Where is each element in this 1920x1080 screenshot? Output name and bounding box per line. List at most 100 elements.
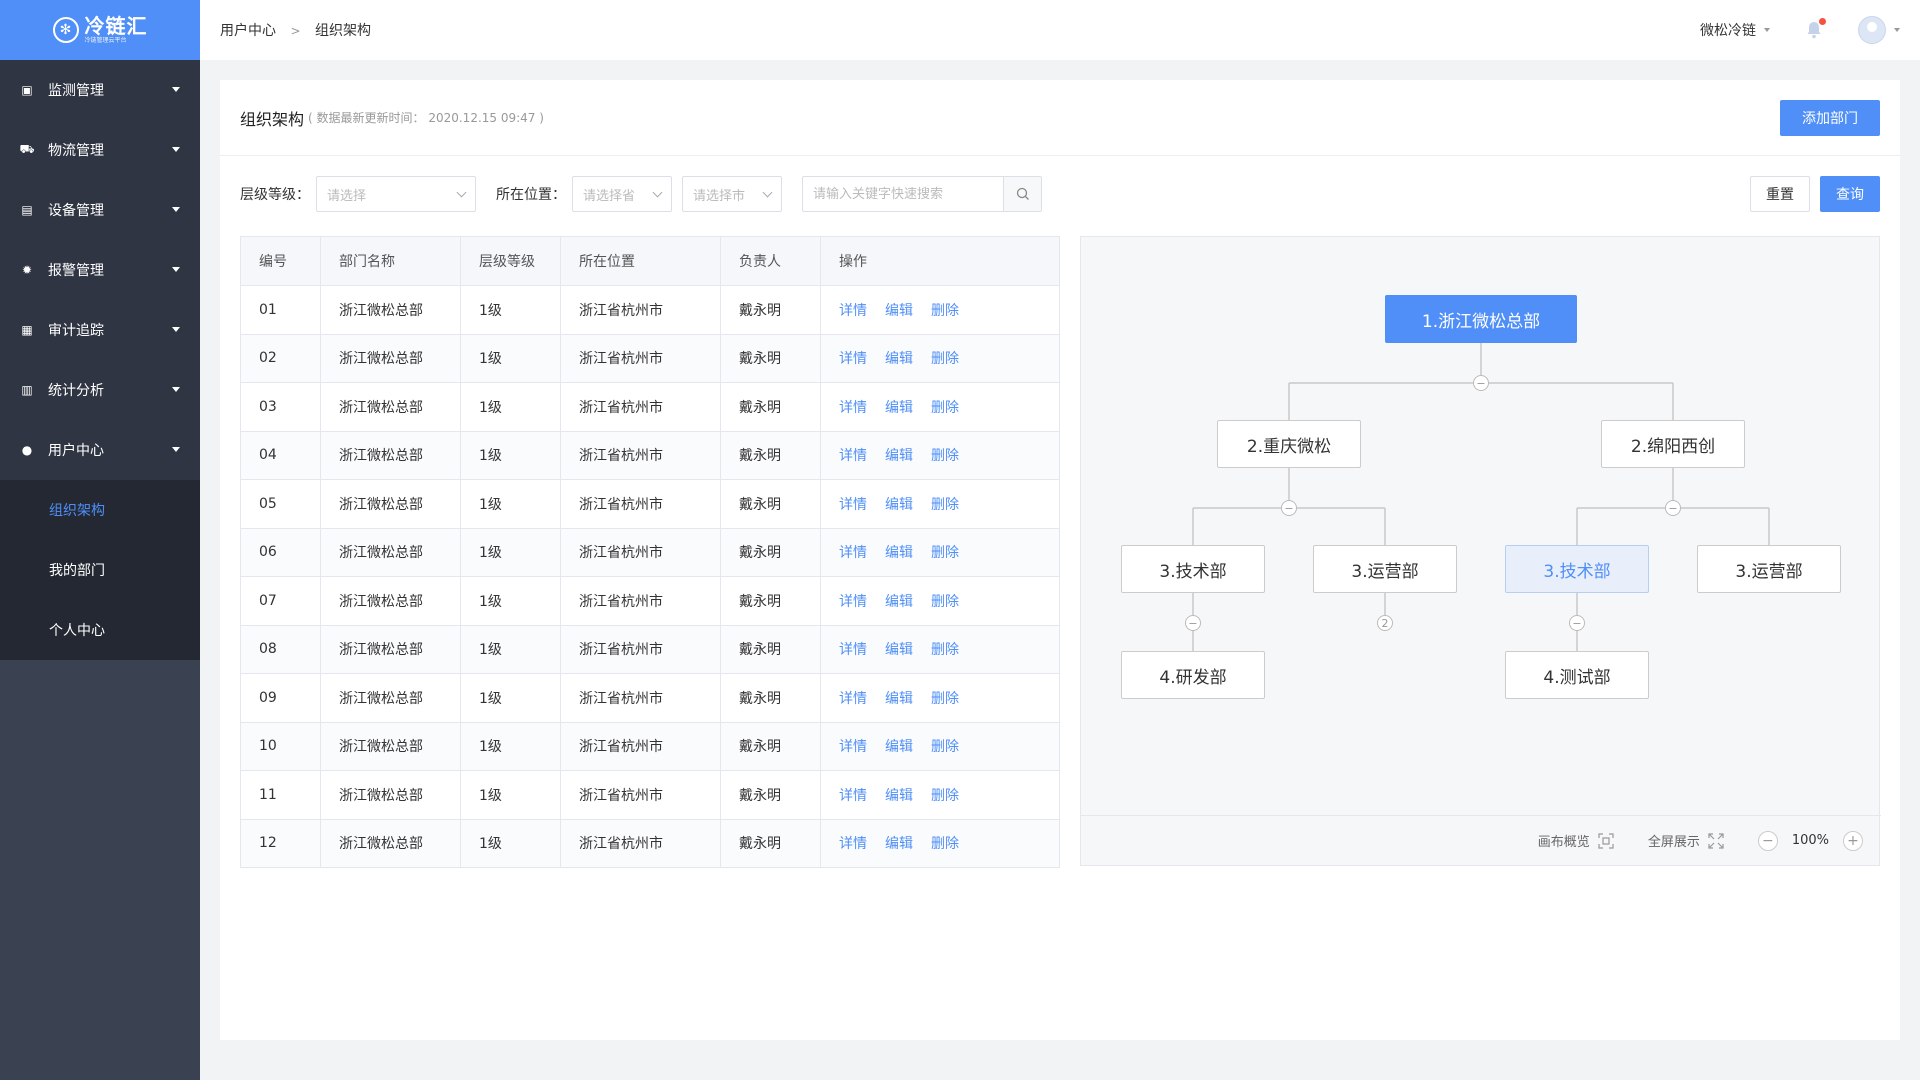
edit-link[interactable]: 编辑 xyxy=(885,351,913,367)
cell-location: 浙江省杭州市 xyxy=(560,430,721,480)
org-tree-canvas[interactable]: 1.浙江微松总部 − 2.重庆微松 2.绵阳西创 − − 3.技术部 3.运营部… xyxy=(1081,237,1881,815)
tree-node-my-test[interactable]: 4.测试部 xyxy=(1505,651,1649,699)
edit-link[interactable]: 编辑 xyxy=(885,594,913,610)
detail-link[interactable]: 详情 xyxy=(839,739,867,755)
cell-location: 浙江省杭州市 xyxy=(560,479,721,529)
detail-link[interactable]: 详情 xyxy=(839,642,867,658)
tree-node-root[interactable]: 1.浙江微松总部 xyxy=(1385,295,1577,343)
edit-link[interactable]: 编辑 xyxy=(885,788,913,804)
filter-bar: 层级等级： 请选择 所在位置： 请选择省 请选择市 重置 查询 xyxy=(220,156,1900,232)
edit-link[interactable]: 编辑 xyxy=(885,303,913,319)
delete-link[interactable]: 删除 xyxy=(931,691,959,707)
collapse-icon[interactable]: − xyxy=(1281,500,1297,516)
detail-link[interactable]: 详情 xyxy=(839,497,867,513)
delete-link[interactable]: 删除 xyxy=(931,739,959,755)
delete-link[interactable]: 删除 xyxy=(931,788,959,804)
tree-node-my-tech[interactable]: 3.技术部 xyxy=(1505,545,1649,593)
sidebar-item-audit[interactable]: ▦ 审计追踪 xyxy=(0,300,200,360)
collapse-icon[interactable]: − xyxy=(1473,375,1489,391)
delete-link[interactable]: 删除 xyxy=(931,400,959,416)
delete-link[interactable]: 删除 xyxy=(931,836,959,852)
sidebar-item-user-center[interactable]: ● 用户中心 xyxy=(0,420,200,480)
city-select[interactable]: 请选择市 xyxy=(682,176,782,212)
cell-actions: 详情 编辑 删除 xyxy=(820,382,1060,432)
collapse-icon[interactable]: − xyxy=(1569,615,1585,631)
detail-link[interactable]: 详情 xyxy=(839,303,867,319)
add-department-button[interactable]: 添加部门 xyxy=(1780,100,1880,136)
edit-link[interactable]: 编辑 xyxy=(885,448,913,464)
edit-link[interactable]: 编辑 xyxy=(885,691,913,707)
zoom-in-icon[interactable]: + xyxy=(1843,830,1863,851)
city-placeholder: 请选择市 xyxy=(693,188,746,204)
sidebar-subitem-personal[interactable]: 个人中心 xyxy=(0,600,200,660)
delete-link[interactable]: 删除 xyxy=(931,303,959,319)
tree-node-cq-tech[interactable]: 3.技术部 xyxy=(1121,545,1265,593)
detail-link[interactable]: 详情 xyxy=(839,448,867,464)
province-select[interactable]: 请选择省 xyxy=(572,176,672,212)
bell-icon[interactable] xyxy=(1804,18,1826,40)
caret-down-icon[interactable] xyxy=(1764,28,1770,32)
reset-button[interactable]: 重置 xyxy=(1750,176,1810,212)
search-icon[interactable] xyxy=(1003,177,1041,211)
detail-link[interactable]: 详情 xyxy=(839,691,867,707)
detail-link[interactable]: 详情 xyxy=(839,545,867,561)
caret-down-icon xyxy=(172,387,180,392)
edit-link[interactable]: 编辑 xyxy=(885,545,913,561)
detail-link[interactable]: 详情 xyxy=(839,400,867,416)
search-input[interactable] xyxy=(803,177,1003,211)
detail-link[interactable]: 详情 xyxy=(839,788,867,804)
tree-node-cq-ops[interactable]: 3.运营部 xyxy=(1313,545,1457,593)
tree-node-chongqing[interactable]: 2.重庆微松 xyxy=(1217,420,1361,468)
sidebar-item-statistics[interactable]: ▥ 统计分析 xyxy=(0,360,200,420)
caret-down-icon[interactable] xyxy=(1894,28,1900,32)
cell-actions: 详情 编辑 删除 xyxy=(820,673,1060,723)
company-switcher[interactable]: 微松冷链 xyxy=(1700,20,1756,40)
delete-link[interactable]: 删除 xyxy=(931,594,959,610)
sidebar-item-alarm[interactable]: ✹ 报警管理 xyxy=(0,240,200,300)
level-label: 层级等级： xyxy=(240,187,310,203)
avatar[interactable] xyxy=(1858,16,1886,44)
sidebar-subitem-org[interactable]: 组织架构 xyxy=(0,480,200,540)
logo[interactable]: ✻ 冷链汇 冷链管理云平台 xyxy=(0,0,200,60)
cell-id: 09 xyxy=(240,673,321,723)
tree-node-mianyang[interactable]: 2.绵阳西创 xyxy=(1601,420,1745,468)
delete-link[interactable]: 删除 xyxy=(931,497,959,513)
collapse-icon[interactable]: − xyxy=(1665,500,1681,516)
delete-link[interactable]: 删除 xyxy=(931,642,959,658)
sidebar-item-label: 用户中心 xyxy=(48,443,104,459)
expand-count-icon[interactable]: 2 xyxy=(1377,615,1393,631)
sidebar-item-logistics[interactable]: ⛟ 物流管理 xyxy=(0,120,200,180)
tree-node-my-ops[interactable]: 3.运营部 xyxy=(1697,545,1841,593)
edit-link[interactable]: 编辑 xyxy=(885,400,913,416)
delete-link[interactable]: 删除 xyxy=(931,545,959,561)
edit-link[interactable]: 编辑 xyxy=(885,497,913,513)
canvas-overview-button[interactable]: 画布概览 xyxy=(1538,831,1614,850)
sidebar-item-monitor[interactable]: ▣ 监测管理 xyxy=(0,60,200,120)
table-row: 12 浙江微松总部 1级 浙江省杭州市 戴永明 详情 编辑 删除 xyxy=(240,818,1060,868)
detail-link[interactable]: 详情 xyxy=(839,351,867,367)
edit-link[interactable]: 编辑 xyxy=(885,739,913,755)
table-row: 11 浙江微松总部 1级 浙江省杭州市 戴永明 详情 编辑 删除 xyxy=(240,770,1060,820)
level-select[interactable]: 请选择 xyxy=(316,176,476,212)
cell-id: 07 xyxy=(240,576,321,626)
cell-id: 10 xyxy=(240,721,321,771)
fullscreen-button[interactable]: 全屏展示 xyxy=(1648,831,1724,850)
delete-link[interactable]: 删除 xyxy=(931,351,959,367)
detail-link[interactable]: 详情 xyxy=(839,836,867,852)
edit-link[interactable]: 编辑 xyxy=(885,836,913,852)
cell-id: 03 xyxy=(240,382,321,432)
cell-level: 1级 xyxy=(460,430,561,480)
search-box xyxy=(802,176,1042,212)
zoom-out-icon[interactable]: − xyxy=(1757,830,1778,851)
query-button[interactable]: 查询 xyxy=(1820,176,1880,212)
tree-node-cq-rd[interactable]: 4.研发部 xyxy=(1121,651,1265,699)
breadcrumb-item[interactable]: 用户中心 xyxy=(220,23,276,39)
sidebar-item-device[interactable]: ▤ 设备管理 xyxy=(0,180,200,240)
edit-link[interactable]: 编辑 xyxy=(885,642,913,658)
chevron-down-icon xyxy=(762,187,773,198)
sidebar-subitem-my-dept[interactable]: 我的部门 xyxy=(0,540,200,600)
collapse-icon[interactable]: − xyxy=(1185,615,1201,631)
delete-link[interactable]: 删除 xyxy=(931,448,959,464)
caret-down-icon xyxy=(172,327,180,332)
detail-link[interactable]: 详情 xyxy=(839,594,867,610)
